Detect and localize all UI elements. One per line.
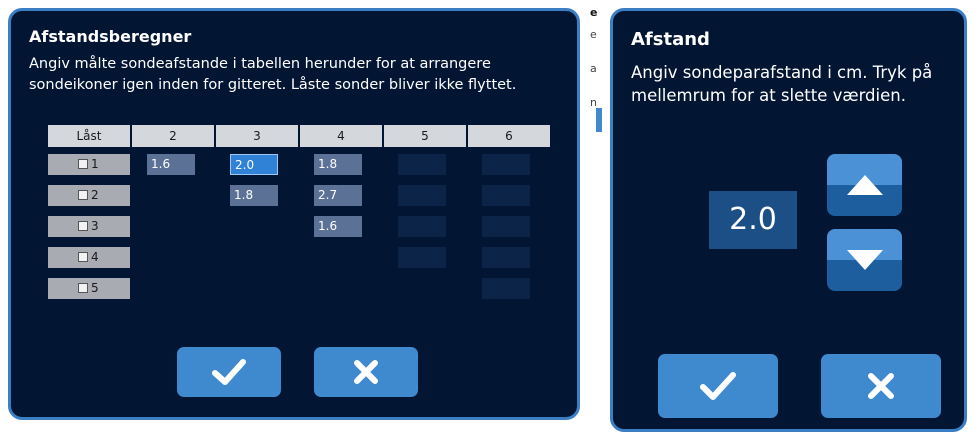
lock-checkbox[interactable] <box>78 220 88 231</box>
distance-calculator-dialog: Afstandsberegner Angiv målte sondeafstan… <box>8 8 580 420</box>
background-text-fragment: a <box>590 62 597 75</box>
column-header-6: 6 <box>468 125 550 147</box>
background-text-fragment: e <box>590 6 598 19</box>
distance-cell-4-5[interactable] <box>398 247 446 268</box>
checkmark-icon <box>700 372 736 400</box>
distance-value-display[interactable]: 2.0 <box>709 191 797 249</box>
increment-button[interactable] <box>827 154 902 216</box>
distance-cell-3-6[interactable] <box>482 216 530 237</box>
distance-cell-2-5[interactable] <box>398 185 446 206</box>
distance-cell-2-3[interactable]: 1.8 <box>230 185 278 206</box>
x-icon <box>354 360 378 384</box>
row-label: 2 <box>91 188 99 202</box>
distance-cell-1-6[interactable] <box>482 154 530 175</box>
lock-checkbox[interactable] <box>78 158 88 169</box>
row-label: 3 <box>91 219 99 233</box>
row-label: 1 <box>91 157 99 171</box>
background-ui-fragment <box>596 108 602 132</box>
row-lock-3[interactable]: 3 <box>48 216 130 237</box>
arrow-up-icon <box>846 175 883 195</box>
background-text-fragment: e <box>590 28 597 41</box>
row-lock-4[interactable]: 4 <box>48 247 130 268</box>
row-lock-5[interactable]: 5 <box>48 278 130 299</box>
dialog-description: Angiv målte sondeafstande i tabellen her… <box>29 56 517 93</box>
decrement-button[interactable] <box>827 229 902 291</box>
distance-cell-1-3[interactable]: 2.0 <box>230 154 278 175</box>
column-header-3: 3 <box>216 125 298 147</box>
row-label: 4 <box>91 250 99 264</box>
distance-cell-4-6[interactable] <box>482 247 530 268</box>
distance-cell-3-5[interactable] <box>398 216 446 237</box>
confirm-button[interactable] <box>658 354 778 418</box>
row-label: 5 <box>91 281 99 295</box>
distance-cell-1-4[interactable]: 1.8 <box>314 154 362 175</box>
distance-cell-2-6[interactable] <box>482 185 530 206</box>
distance-cell-2-4[interactable]: 2.7 <box>314 185 362 206</box>
confirm-button[interactable] <box>177 347 281 397</box>
column-header-5: 5 <box>384 125 466 147</box>
column-header-locked: Låst <box>48 125 130 147</box>
lock-checkbox[interactable] <box>78 189 88 200</box>
distance-cell-1-5[interactable] <box>398 154 446 175</box>
arrow-down-icon <box>846 250 883 270</box>
cancel-button[interactable] <box>821 354 941 418</box>
distance-dialog: Afstand Angiv sondeparafstand i cm. Tryk… <box>610 8 967 432</box>
column-header-4: 4 <box>300 125 382 147</box>
x-icon <box>868 373 894 399</box>
row-lock-1[interactable]: 1 <box>48 154 130 175</box>
distance-cell-1-2[interactable]: 1.6 <box>147 154 195 175</box>
dialog-title: Afstandsberegner <box>29 27 192 46</box>
checkmark-icon <box>212 359 246 385</box>
distance-cell-5-6[interactable] <box>482 278 530 299</box>
lock-checkbox[interactable] <box>78 251 88 262</box>
distance-cell-3-4[interactable]: 1.6 <box>314 216 362 237</box>
lock-checkbox[interactable] <box>78 282 88 293</box>
row-lock-2[interactable]: 2 <box>48 185 130 206</box>
column-header-2: 2 <box>132 125 214 147</box>
dialog-title: Afstand <box>631 29 710 50</box>
dialog-description: Angiv sondeparafstand i cm. Tryk på mell… <box>631 63 933 105</box>
cancel-button[interactable] <box>314 347 418 397</box>
